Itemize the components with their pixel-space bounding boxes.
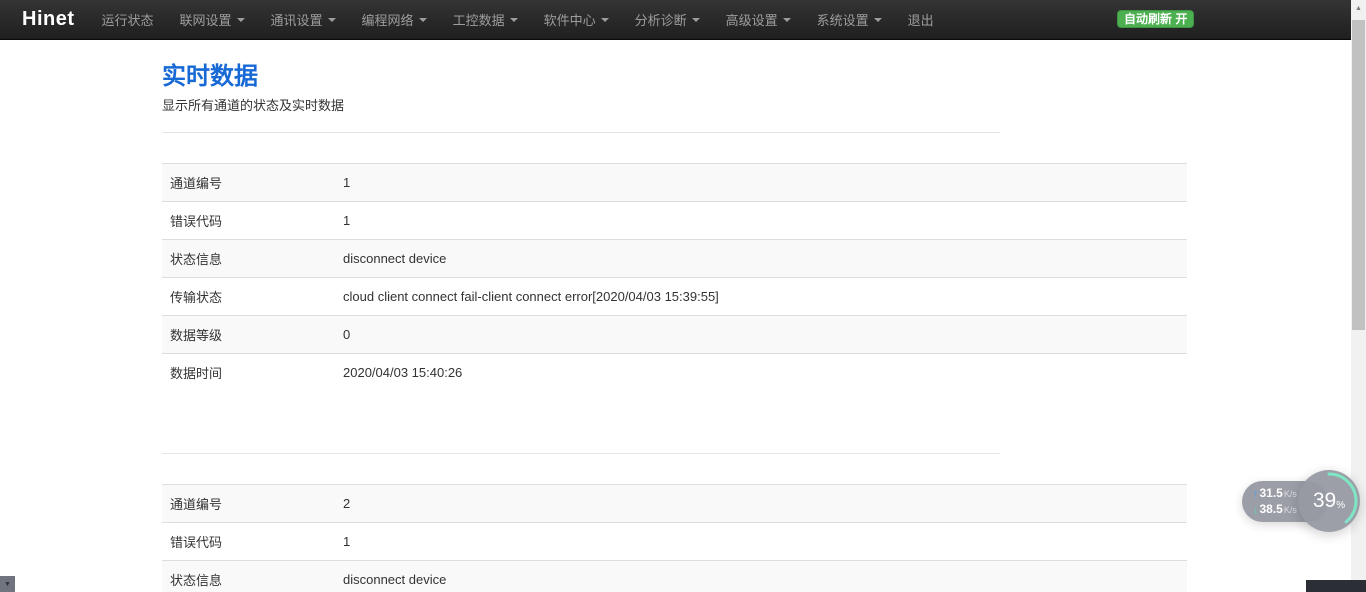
table-row: 状态信息 disconnect device	[162, 560, 1187, 592]
download-arrow-icon: ↓	[1253, 503, 1259, 518]
nav-item-analysis-diagnosis[interactable]: 分析诊断	[622, 0, 713, 39]
table-row: 错误代码 1	[162, 201, 1187, 239]
bottom-dark-panel	[1306, 580, 1366, 592]
row-label: 状态信息	[162, 570, 343, 589]
nav-item-programming-network[interactable]: 编程网络	[349, 0, 440, 39]
nav-item-label: 分析诊断	[635, 10, 687, 29]
table-row: 数据时间 2020/04/03 15:40:26	[162, 353, 1187, 391]
nav-item-label: 工控数据	[453, 10, 505, 29]
brand-logo[interactable]: Hinet	[22, 8, 75, 31]
table-row: 数据等级 0	[162, 315, 1187, 353]
row-label: 通道编号	[162, 494, 343, 513]
caret-down-icon	[328, 18, 336, 22]
table-row: 通道编号 1	[162, 163, 1187, 201]
upload-speed-unit: K/s	[1284, 487, 1297, 502]
nav-item-label: 运行状态	[102, 10, 154, 29]
nav-item-label: 系统设置	[817, 10, 869, 29]
nav-item-label: 编程网络	[362, 10, 414, 29]
row-value: 1	[343, 213, 1187, 228]
nav-item-label: 软件中心	[544, 10, 596, 29]
nav-item-label: 通讯设置	[271, 10, 323, 29]
page-title: 实时数据	[162, 62, 1187, 92]
row-label: 错误代码	[162, 532, 343, 551]
table-row: 状态信息 disconnect device	[162, 239, 1187, 277]
scroll-down-button[interactable]: ▼	[0, 576, 15, 592]
auto-refresh-badge[interactable]: 自动刷新 开	[1117, 10, 1194, 28]
nav-item-network-settings[interactable]: 联网设置	[167, 0, 258, 39]
row-label: 传输状态	[162, 287, 343, 306]
row-label: 错误代码	[162, 211, 343, 230]
caret-down-icon	[692, 18, 700, 22]
row-value: 2	[343, 496, 1187, 511]
download-speed-unit: K/s	[1284, 503, 1297, 518]
main-content: 实时数据 显示所有通道的状态及实时数据 通道编号 1 错误代码 1 状态信息 d…	[162, 40, 1187, 592]
nav-item-comm-settings[interactable]: 通讯设置	[258, 0, 349, 39]
scrollbar-thumb[interactable]	[1352, 20, 1365, 330]
nav-item-software-center[interactable]: 软件中心	[531, 0, 622, 39]
nav-item-advanced-settings[interactable]: 高级设置	[713, 0, 804, 39]
channel-2-table: 通道编号 2 错误代码 1 状态信息 disconnect device	[162, 484, 1187, 592]
caret-down-icon	[419, 18, 427, 22]
page-subtitle: 显示所有通道的状态及实时数据	[162, 97, 1187, 115]
nav-item-label: 退出	[908, 10, 934, 29]
upload-speed-value: 31.5	[1260, 486, 1283, 501]
progress-circle[interactable]: 39 %	[1298, 470, 1360, 532]
section-divider	[162, 132, 1000, 133]
nav-item-label: 联网设置	[180, 10, 232, 29]
row-value: 1	[343, 534, 1187, 549]
channel-1-table: 通道编号 1 错误代码 1 状态信息 disconnect device 传输状…	[162, 163, 1187, 391]
caret-down-icon	[237, 18, 245, 22]
row-label: 数据时间	[162, 363, 343, 382]
row-value: disconnect device	[343, 251, 1187, 266]
download-overlay-widget[interactable]: ↑ 31.5 K/s ↓ 38.5 K/s 39 %	[1240, 469, 1362, 533]
caret-down-icon	[601, 18, 609, 22]
table-row: 传输状态 cloud client connect fail-client co…	[162, 277, 1187, 315]
scroll-up-button[interactable]: ▲	[1351, 0, 1366, 16]
row-value: 1	[343, 175, 1187, 190]
nav-item-label: 高级设置	[726, 10, 778, 29]
row-label: 状态信息	[162, 249, 343, 268]
row-value: 2020/04/03 15:40:26	[343, 365, 1187, 380]
section-divider	[162, 453, 1000, 454]
nav-item-run-status[interactable]: 运行状态	[89, 0, 167, 39]
download-speed-value: 38.5	[1260, 502, 1283, 517]
nav-item-system-settings[interactable]: 系统设置	[804, 0, 895, 39]
row-label: 通道编号	[162, 173, 343, 192]
row-value: 0	[343, 327, 1187, 342]
nav-item-logout[interactable]: 退出	[895, 0, 947, 39]
caret-down-icon	[510, 18, 518, 22]
nav-menu: 运行状态 联网设置 通讯设置 编程网络 工控数据 软件中心 分析诊断 高级设置 …	[89, 0, 947, 39]
nav-item-industrial-data[interactable]: 工控数据	[440, 0, 531, 39]
row-value: disconnect device	[343, 572, 1187, 587]
table-row: 通道编号 2	[162, 484, 1187, 522]
row-label: 数据等级	[162, 325, 343, 344]
row-value: cloud client connect fail-client connect…	[343, 289, 1187, 304]
caret-down-icon	[783, 18, 791, 22]
progress-ring-arc	[1298, 470, 1360, 532]
table-row: 错误代码 1	[162, 522, 1187, 560]
caret-down-icon	[874, 18, 882, 22]
upload-arrow-icon: ↑	[1253, 487, 1259, 502]
